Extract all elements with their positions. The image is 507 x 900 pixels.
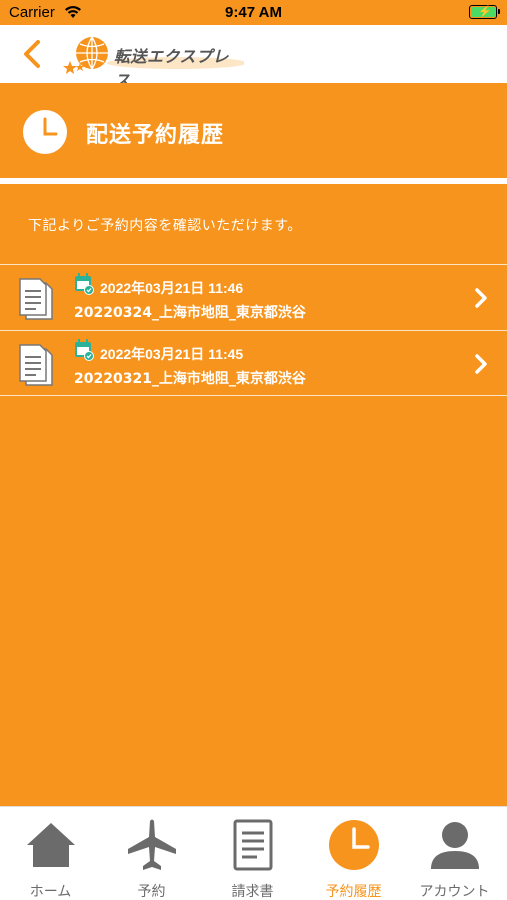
app-screen: Carrier 9:47 AM ⚡ 転送エクスプレス 配送予約履歴 下記よりご予…: [0, 0, 507, 900]
tab-history-label: 予約履歴: [325, 884, 382, 900]
calendar-icon: [75, 273, 94, 295]
history-row[interactable]: 2022年03月21日 11:45 20220321_上海市地阻_東京都渋谷: [0, 330, 507, 396]
tab-home-label: ホーム: [29, 884, 72, 900]
navigation-bar: 転送エクスプレス: [0, 25, 507, 90]
tab-account[interactable]: アカウント: [404, 807, 505, 900]
status-bar: Carrier 9:47 AM ⚡: [0, 0, 507, 25]
chevron-right-icon: [475, 354, 487, 374]
reservation-route: 20220321_上海市地阻_東京都渋谷: [74, 371, 306, 387]
page-header: 配送予約履歴: [0, 83, 507, 178]
reservation-date: 2022年03月21日 11:46: [100, 280, 244, 296]
brand-logo: 転送エクスプレス: [62, 33, 247, 90]
reservation-date: 2022年03月21日 11:45: [100, 346, 244, 362]
reservation-route: 20220324_上海市地阻_東京都渋谷: [74, 305, 306, 321]
tab-invoice-label: 請求書: [231, 884, 274, 900]
calendar-icon: [75, 339, 94, 361]
tab-home[interactable]: ホーム: [0, 807, 101, 900]
user-icon: [431, 822, 479, 869]
tab-bar: ホーム 予約 請求書 予約履歴 アカウント: [0, 806, 507, 900]
instruction-text: 下記よりご予約内容を確認いただけます。: [28, 218, 302, 234]
airplane-icon: [128, 819, 176, 870]
tab-reserve[interactable]: 予約: [101, 807, 202, 900]
page-title: 配送予約履歴: [86, 123, 225, 148]
invoice-icon: [233, 819, 273, 871]
tab-history[interactable]: 予約履歴: [303, 807, 404, 900]
status-time: 9:47 AM: [225, 4, 282, 21]
clock-icon: [23, 110, 67, 154]
tab-reserve-label: 予約: [137, 884, 166, 900]
history-row[interactable]: 2022年03月21日 11:46 20220324_上海市地阻_東京都渋谷: [0, 264, 507, 330]
document-icon: [19, 278, 53, 320]
document-icon: [19, 344, 53, 386]
tab-account-label: アカウント: [419, 884, 490, 900]
chevron-right-icon: [475, 288, 487, 308]
clock-icon: [329, 820, 379, 870]
header-divider: [0, 178, 507, 184]
reservation-history-list: 2022年03月21日 11:46 20220324_上海市地阻_東京都渋谷 2…: [0, 264, 507, 396]
tab-invoice[interactable]: 請求書: [202, 807, 303, 900]
home-icon: [27, 823, 75, 867]
battery-icon: ⚡: [469, 5, 500, 19]
chevron-left-icon[interactable]: [18, 37, 48, 71]
